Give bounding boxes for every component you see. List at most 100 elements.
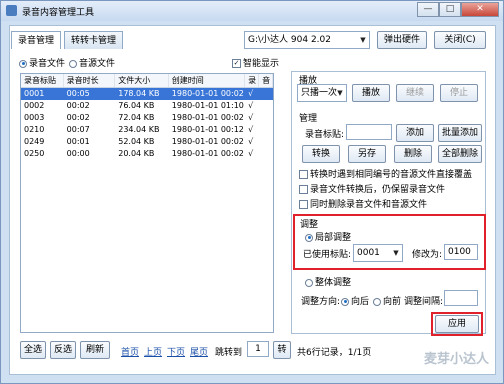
window-title: 录音内容管理工具 bbox=[22, 8, 95, 18]
source-file-label: 音源文件 bbox=[79, 59, 116, 69]
table-cell: 1980-01-01 00:02 bbox=[171, 149, 244, 158]
stop-button[interactable]: 停止 bbox=[440, 84, 478, 102]
radio-empty-icon bbox=[305, 278, 313, 287]
table-cell: √ bbox=[248, 113, 254, 122]
table-cell bbox=[259, 124, 273, 136]
page-input[interactable]: 1 bbox=[247, 341, 269, 357]
delete-both-checkbox[interactable]: 同时删除录音文件和音源文件 bbox=[299, 197, 427, 210]
delete-button[interactable]: 删除 bbox=[394, 145, 432, 163]
tab-record-manage[interactable]: 录音管理 bbox=[11, 31, 62, 49]
eject-button[interactable]: 弹出硬件 bbox=[377, 31, 427, 49]
interval-input[interactable] bbox=[444, 290, 478, 306]
table-cell: 0249 bbox=[24, 137, 45, 146]
label-input[interactable] bbox=[346, 124, 392, 140]
checkbox-empty-icon bbox=[299, 170, 308, 179]
table-cell: 00:02 bbox=[66, 113, 90, 122]
table-cell: 72.04 KB bbox=[118, 113, 155, 122]
save-as-button[interactable]: 另存 bbox=[348, 145, 386, 163]
table-cell: 20.04 KB bbox=[118, 149, 155, 158]
prev-page-link[interactable]: 上页 bbox=[144, 345, 162, 358]
maximize-button[interactable]: □ bbox=[439, 2, 461, 17]
forward-radio[interactable]: 向前 bbox=[373, 294, 401, 307]
local-adjust-radio[interactable]: 局部调整 bbox=[305, 230, 351, 243]
delete-all-button[interactable]: 全部删除 bbox=[438, 145, 482, 163]
col-label[interactable]: 录音标贴 bbox=[21, 74, 64, 87]
close-window-button[interactable]: ✕ bbox=[461, 2, 499, 17]
table-row[interactable]: 0250 00:00 20.04 KB 1980-01-01 00:02 √ bbox=[21, 148, 273, 160]
table-row[interactable]: 0002 00:02 76.04 KB 1980-01-01 01:10 √ bbox=[21, 100, 273, 112]
continue-button[interactable]: 继续 bbox=[396, 84, 434, 102]
backward-label: 向后 bbox=[351, 297, 370, 307]
adjust-section-title: 调整 bbox=[300, 220, 319, 230]
smart-display-checkbox[interactable]: ✓ 智能显示 bbox=[232, 56, 279, 69]
global-adjust-label: 整体调整 bbox=[315, 278, 352, 288]
global-adjust-radio[interactable]: 整体调整 bbox=[305, 275, 351, 288]
tab-bar: 录音管理 转转卡管理 bbox=[11, 31, 124, 49]
used-label-select[interactable]: 0001 ▼ bbox=[353, 244, 403, 262]
radio-empty-icon bbox=[373, 297, 381, 306]
last-page-link[interactable]: 尾页 bbox=[190, 345, 208, 358]
table-row[interactable]: 0210 00:07 234.04 KB 1980-01-01 00:12 √ bbox=[21, 124, 273, 136]
batch-add-button[interactable]: 批量添加 bbox=[438, 124, 482, 142]
table-row[interactable]: 0249 00:01 52.04 KB 1980-01-01 00:02 √ bbox=[21, 136, 273, 148]
refresh-button[interactable]: 刷新 bbox=[80, 341, 110, 359]
add-button[interactable]: 添加 bbox=[396, 124, 434, 142]
table-cell bbox=[259, 136, 273, 148]
first-page-link[interactable]: 首页 bbox=[121, 345, 139, 358]
table-cell: 00:02 bbox=[66, 101, 90, 110]
col-rec[interactable]: 录 bbox=[245, 74, 260, 87]
select-all-button[interactable]: 全选 bbox=[20, 341, 46, 359]
record-file-radio[interactable]: 录音文件 bbox=[19, 56, 65, 69]
overwrite-checkbox[interactable]: 转换时遇到相同编号的音源文件直接覆盖 bbox=[299, 167, 472, 180]
interval-text: 调整间隔: bbox=[404, 297, 444, 307]
apply-button[interactable]: 应用 bbox=[435, 315, 479, 333]
col-created[interactable]: 创建时间 bbox=[169, 74, 246, 87]
app-window: 录音内容管理工具 — □ ✕ 录音管理 转转卡管理 G:\小达人 904 2.0… bbox=[0, 0, 504, 384]
radio-selected-icon bbox=[341, 297, 349, 306]
col-size[interactable]: 文件大小 bbox=[115, 74, 169, 87]
tab-card-manage[interactable]: 转转卡管理 bbox=[64, 31, 124, 49]
table-cell: √ bbox=[248, 149, 254, 158]
modify-to-input[interactable]: 0100 bbox=[444, 244, 478, 260]
close-button[interactable]: 关闭(C) bbox=[434, 31, 486, 49]
table-row[interactable]: 0003 00:02 72.04 KB 1980-01-01 00:02 √ bbox=[21, 112, 273, 124]
table-cell: 1980-01-01 00:02 bbox=[171, 137, 244, 146]
checkmark-icon: ✓ bbox=[232, 59, 241, 68]
table-cell: 76.04 KB bbox=[118, 101, 155, 110]
device-select-value: G:\小达人 904 2.02 bbox=[248, 35, 331, 45]
table-cell: 0210 bbox=[24, 125, 45, 134]
label-text: 录音标贴: bbox=[305, 130, 345, 140]
source-file-radio[interactable]: 音源文件 bbox=[69, 56, 115, 69]
manage-section-title: 管理 bbox=[299, 114, 318, 124]
watermark: 麦芽小达人 bbox=[423, 352, 489, 367]
table-cell: 0002 bbox=[24, 101, 45, 110]
used-label-text: 已使用标贴: bbox=[303, 250, 352, 260]
table-cell: 1980-01-01 00:02 bbox=[171, 113, 244, 122]
table-row[interactable]: 0001 00:05 178.04 KB 1980-01-01 00:02 √ bbox=[21, 88, 273, 100]
title-bar: 录音内容管理工具 — □ ✕ bbox=[1, 1, 503, 21]
keep-record-checkbox[interactable]: 录音文件转换后，仍保留录音文件 bbox=[299, 182, 445, 195]
checkbox-empty-icon bbox=[299, 185, 308, 194]
chevron-down-icon: ▼ bbox=[360, 36, 366, 44]
forward-label: 向前 bbox=[383, 297, 402, 307]
convert-button[interactable]: 转换 bbox=[302, 145, 340, 163]
table-header: 录音标贴 录音时长 文件大小 创建时间 录 音 bbox=[21, 74, 273, 88]
radio-selected-icon bbox=[305, 233, 313, 242]
backward-radio[interactable]: 向后 bbox=[341, 294, 369, 307]
next-page-link[interactable]: 下页 bbox=[167, 345, 185, 358]
table-cell: 1980-01-01 00:12 bbox=[171, 125, 244, 134]
app-icon bbox=[6, 5, 17, 16]
play-mode-select[interactable]: 只播一次 ▼ bbox=[297, 84, 347, 102]
smart-display-label: 智能显示 bbox=[243, 59, 280, 69]
play-button[interactable]: 播放 bbox=[352, 84, 390, 102]
goto-button[interactable]: 转 bbox=[273, 341, 291, 359]
table-cell: 234.04 KB bbox=[118, 125, 160, 134]
table-cell: 00:07 bbox=[66, 125, 90, 134]
table-cell bbox=[259, 100, 273, 112]
invert-button[interactable]: 反选 bbox=[50, 341, 76, 359]
direction-text: 调整方向: bbox=[301, 297, 341, 307]
col-src[interactable]: 音 bbox=[259, 74, 273, 87]
minimize-button[interactable]: — bbox=[417, 2, 439, 17]
col-duration[interactable]: 录音时长 bbox=[64, 74, 116, 87]
device-select[interactable]: G:\小达人 904 2.02 ▼ bbox=[244, 31, 370, 49]
